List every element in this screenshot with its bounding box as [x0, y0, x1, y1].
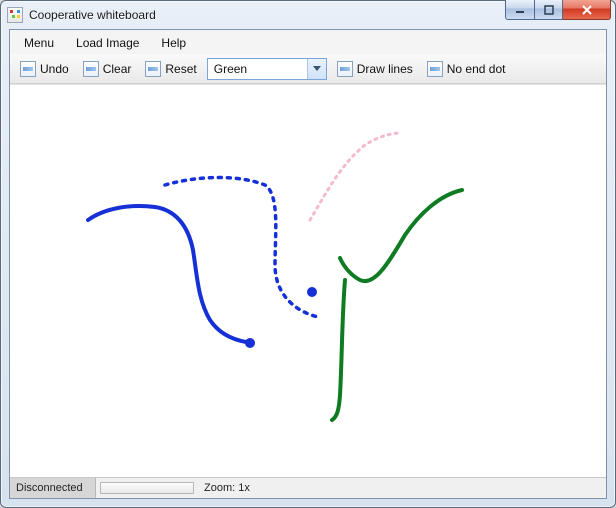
status-progress: [96, 478, 198, 498]
close-icon: [581, 5, 593, 15]
status-connection: Disconnected: [10, 478, 96, 498]
maximize-icon: [544, 5, 554, 15]
stroke-green-lower: [332, 280, 345, 420]
image-icon: [337, 61, 353, 77]
clear-label: Clear: [103, 62, 132, 76]
menu-menu[interactable]: Menu: [14, 34, 64, 52]
minimize-button[interactable]: [505, 0, 535, 20]
close-button[interactable]: [563, 0, 611, 20]
end-dot-blue-solid: [245, 338, 255, 348]
window-title: Cooperative whiteboard: [29, 8, 156, 22]
app-window: Cooperative whiteboard Menu Load Image H…: [0, 0, 616, 508]
titlebar[interactable]: Cooperative whiteboard: [1, 1, 615, 29]
statusbar: Disconnected Zoom: 1x: [10, 477, 606, 498]
draw-lines-button[interactable]: Draw lines: [333, 60, 417, 78]
image-icon: [83, 61, 99, 77]
stroke-blue-dotted: [165, 178, 318, 318]
image-icon: [145, 61, 161, 77]
drawing-layer: [10, 85, 606, 477]
image-icon: [427, 61, 443, 77]
window-controls: [505, 0, 611, 20]
end-dot-blue-dotted: [307, 287, 317, 297]
reset-button[interactable]: Reset: [141, 60, 200, 78]
menu-help[interactable]: Help: [151, 34, 196, 52]
toolbar: Undo Clear Reset Green Draw lines: [10, 54, 606, 84]
no-end-dot-button[interactable]: No end dot: [423, 60, 510, 78]
undo-button[interactable]: Undo: [16, 60, 73, 78]
stroke-blue-solid: [88, 206, 246, 342]
stroke-pink-dotted: [310, 133, 400, 220]
color-select-value: Green: [208, 59, 307, 79]
reset-label: Reset: [165, 62, 196, 76]
chevron-down-icon[interactable]: [307, 59, 326, 79]
menubar: Menu Load Image Help: [10, 30, 606, 54]
app-icon: [7, 7, 23, 23]
client-area: Menu Load Image Help Undo Clear Reset Gr…: [9, 29, 607, 499]
whiteboard-canvas[interactable]: [10, 84, 606, 477]
draw-lines-label: Draw lines: [357, 62, 413, 76]
color-select[interactable]: Green: [207, 58, 327, 80]
undo-label: Undo: [40, 62, 69, 76]
status-zoom: Zoom: 1x: [198, 478, 256, 498]
no-end-dot-label: No end dot: [447, 62, 506, 76]
minimize-icon: [515, 5, 525, 15]
image-icon: [20, 61, 36, 77]
stroke-green-upper: [340, 190, 462, 281]
clear-button[interactable]: Clear: [79, 60, 136, 78]
progress-bar: [100, 482, 194, 494]
menu-load-image[interactable]: Load Image: [66, 34, 149, 52]
maximize-button[interactable]: [535, 0, 563, 20]
